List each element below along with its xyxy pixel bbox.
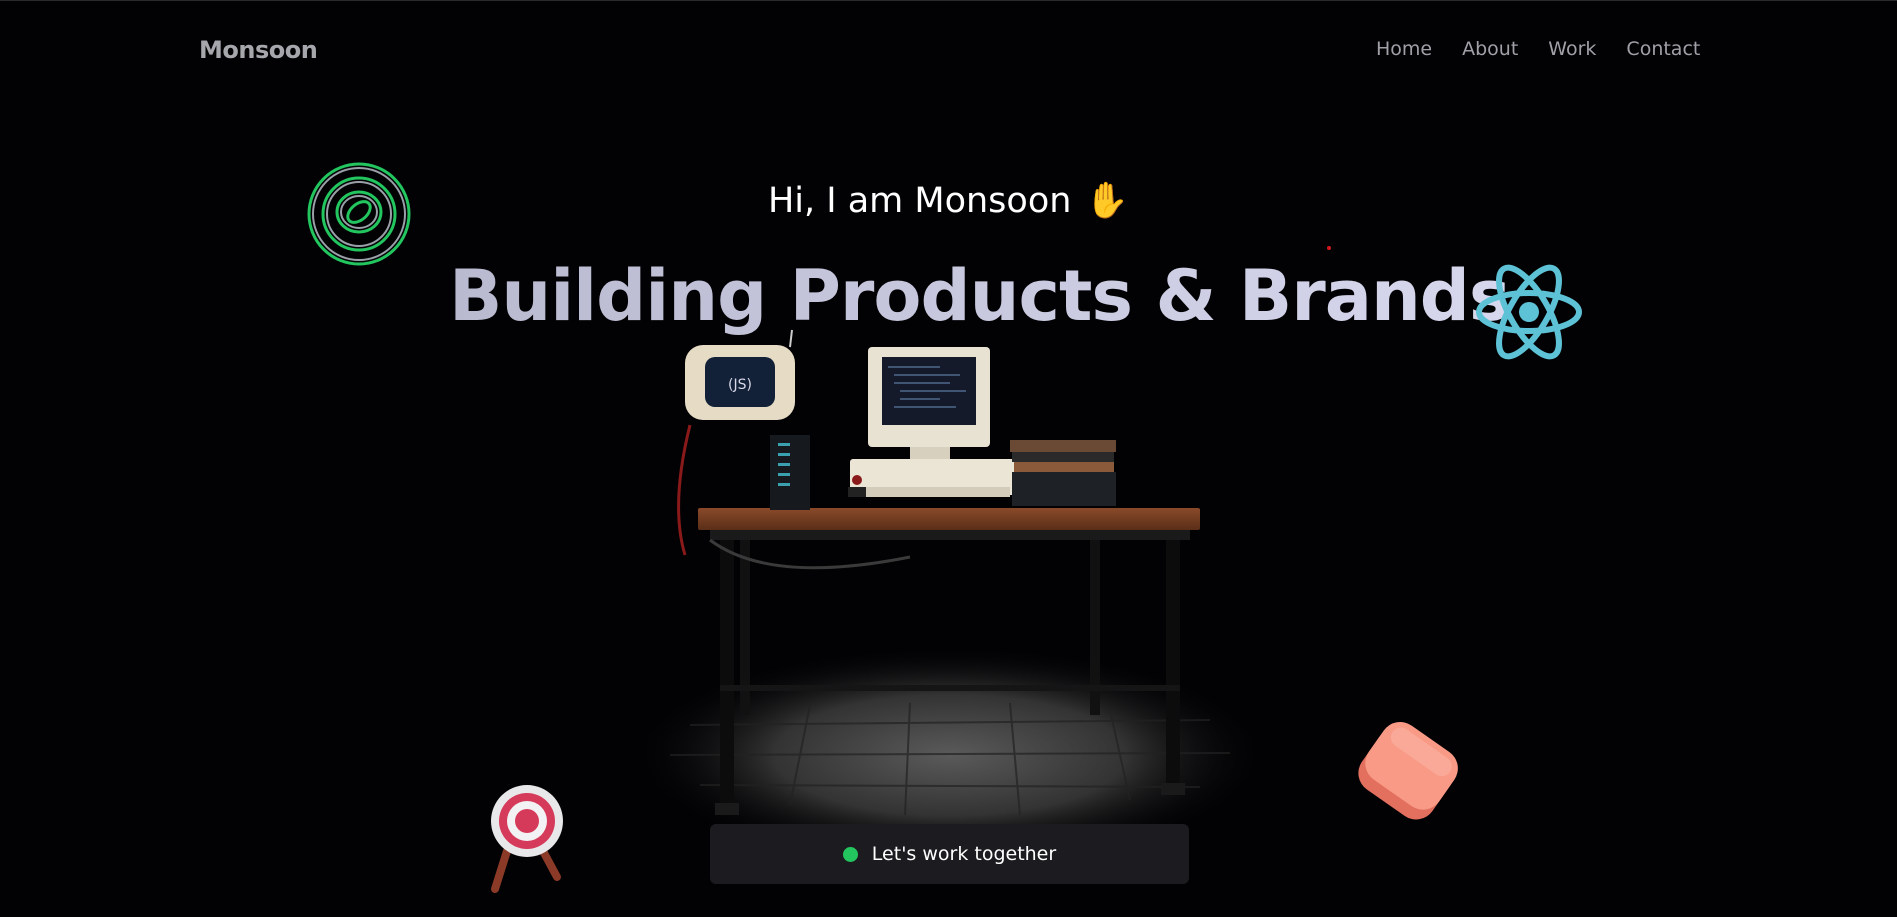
brand-logo[interactable]: Monsoon — [199, 36, 318, 64]
react-atom-icon — [1476, 264, 1582, 360]
raised-hand-icon: ✋ — [1085, 181, 1130, 221]
svg-text:(JS): (JS) — [728, 377, 752, 393]
pink-cube-icon — [1358, 721, 1458, 820]
status-dot — [842, 846, 858, 862]
cta-label: Let's work together — [871, 843, 1057, 865]
red-dot-decoration — [1327, 246, 1331, 250]
nav-work[interactable]: Work — [1548, 38, 1596, 60]
nav-contact[interactable]: Contact — [1626, 38, 1700, 60]
nav-about[interactable]: About — [1462, 38, 1518, 60]
lets-work-together-button[interactable]: Let's work together — [710, 824, 1189, 884]
desk-scene-illustration: (JS) — [630, 329, 1270, 850]
main-nav: Home About Work Contact — [1376, 38, 1700, 60]
archery-target-icon — [491, 785, 563, 893]
nav-home[interactable]: Home — [1376, 38, 1432, 60]
top-border — [0, 0, 1897, 1]
greeting-text: Hi, I am Monsoon — [767, 181, 1072, 221]
hero-greeting: Hi, I am Monsoon ✋ — [0, 180, 1897, 221]
